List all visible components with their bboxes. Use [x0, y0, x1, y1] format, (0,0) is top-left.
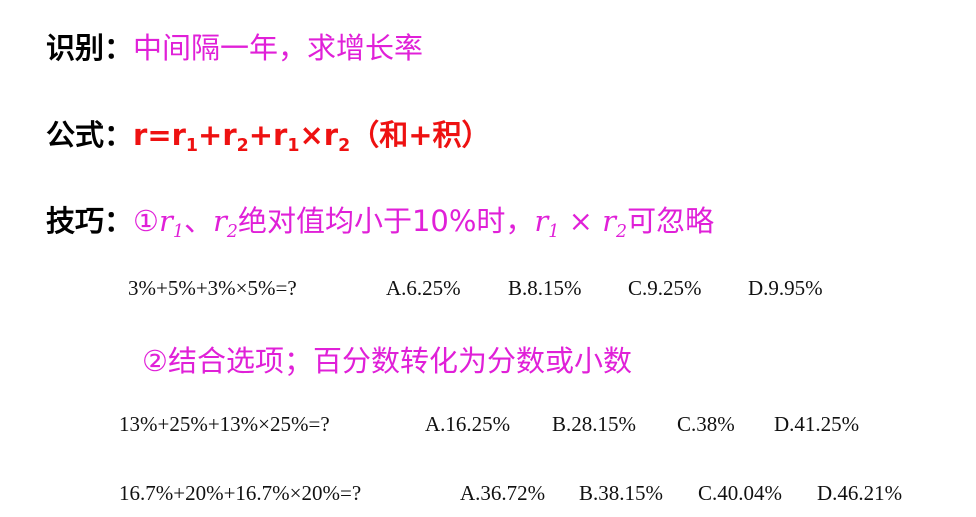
question-1-expression: 3%+5%+3%×5%=?: [128, 276, 297, 300]
tip-text: ①r1、r2绝对值均小于10%时，r1 × r2可忽略: [133, 204, 715, 243]
formula-line: 公式：r=r1+r2+r1×r2（和+积）: [46, 117, 491, 157]
question-2-option-a: A.16.25%: [425, 412, 511, 436]
question-2-option-c: C.38%: [677, 412, 735, 436]
formula-expression: r=r1+r2+r1×r2（和+积）: [133, 118, 491, 157]
question-2: 13%+25%+13%×25%=? A.16.25% B.28.15% C.38% D.…: [119, 411, 859, 437]
question-3-option-d: D.46.21%: [817, 481, 903, 505]
question-3-option-b: B.38.15%: [579, 481, 663, 505]
tip2-line: ②结合选项；百分数转化为分数或小数: [142, 344, 632, 378]
tip-label: 技巧：: [46, 204, 134, 238]
question-2-expression: 13%+25%+13%×25%=?: [119, 412, 330, 436]
tip-line: 技巧：①r1、r2绝对值均小于10%时，r1 × r2可忽略: [46, 203, 715, 243]
question-3: 16.7%+20%+16.7%×20%=? A.36.72% B.38.15% C.4…: [119, 480, 902, 506]
question-3-option-c: C.40.04%: [698, 481, 782, 505]
question-1-option-b: B.8.15%: [508, 276, 582, 300]
question-1: 3%+5%+3%×5%=? A.6.25% B.8.15% C.9.25% D.9.95…: [128, 275, 823, 301]
identify-text: 中间隔一年，求增长率: [133, 31, 424, 65]
question-3-option-a: A.36.72%: [460, 481, 546, 505]
question-2-option-b: B.28.15%: [552, 412, 636, 436]
question-1-option-c: C.9.25%: [628, 276, 702, 300]
formula-label: 公式：: [46, 118, 134, 152]
identify-line: 识别：中间隔一年，求增长率: [46, 30, 423, 66]
question-1-option-d: D.9.95%: [748, 276, 823, 300]
formula-note: （和+积）: [350, 118, 491, 152]
question-3-expression: 16.7%+20%+16.7%×20%=?: [119, 481, 362, 505]
identify-label: 识别：: [46, 31, 134, 65]
question-2-option-d: D.41.25%: [774, 412, 860, 436]
question-1-option-a: A.6.25%: [386, 276, 461, 300]
